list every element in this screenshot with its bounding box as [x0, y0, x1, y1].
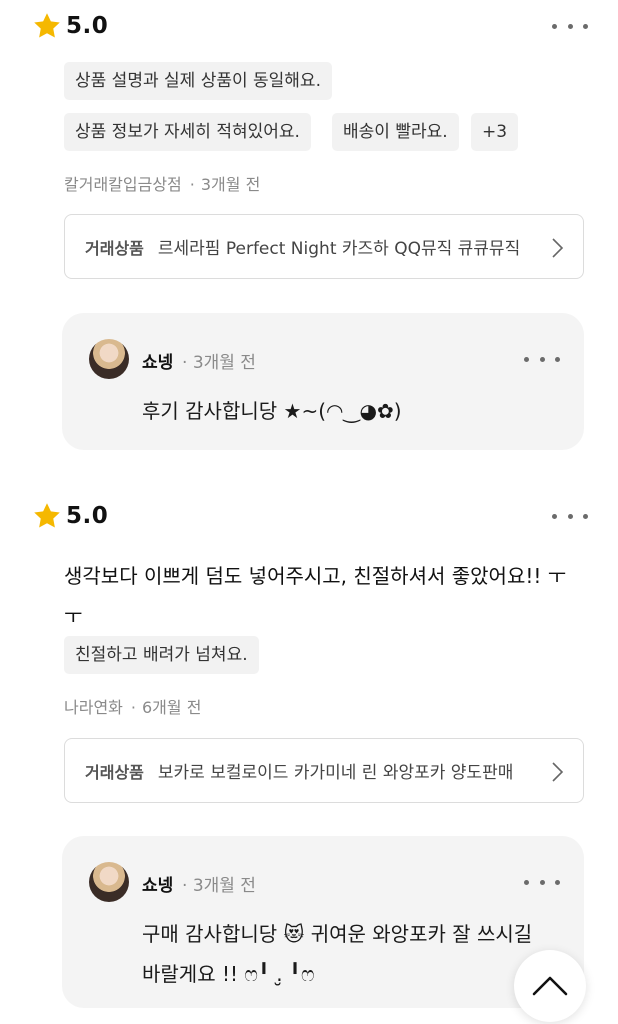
- more-horizontal-icon[interactable]: [552, 506, 588, 526]
- review-tag: 상품 정보가 자세히 적혀있어요.: [64, 113, 311, 151]
- reply-text: 구매 감사합니당 😻 귀여운 와앙포카 잘 쓰시길 바랄게요 !! ෆ╹ .̮ …: [142, 922, 533, 986]
- trade-label: 거래상품: [85, 238, 144, 258]
- trade-product-name: 르세라핌 Perfect Night 카즈하 QQ뮤직 큐큐뮤직: [157, 239, 521, 259]
- rating-row: 5.0: [32, 498, 108, 534]
- reply-author[interactable]: 쇼넹: [142, 348, 173, 373]
- chevron-right-icon: [552, 238, 564, 258]
- scroll-to-top-button[interactable]: [514, 950, 586, 1022]
- trade-product-link[interactable]: 거래상품 르세라핌 Perfect Night 카즈하 QQ뮤직 큐큐뮤직: [64, 214, 584, 279]
- reply-time: · 3개월 전: [182, 876, 256, 896]
- seller-reply: 쇼넹 · 3개월 전 후기 감사합니당 ★~(◠‿◕✿): [62, 313, 584, 450]
- rating-value: 5.0: [66, 13, 109, 39]
- trade-label: 거래상품: [85, 762, 144, 782]
- reviewer-name[interactable]: 나라연화: [64, 698, 123, 717]
- more-tags-button[interactable]: +3: [471, 113, 519, 151]
- rating-row: 5.0: [32, 8, 108, 44]
- more-horizontal-icon[interactable]: [524, 349, 560, 369]
- reply-author[interactable]: 쇼넹: [142, 871, 173, 896]
- trade-product-link[interactable]: 거래상품 보카로 보컬로이드 카가미네 린 와앙포카 양도판매: [64, 738, 584, 803]
- star-icon: [34, 503, 60, 528]
- review-meta: 칼거래칼입금상점 · 3개월 전: [64, 175, 261, 194]
- seller-reply: 쇼넹 · 3개월 전 구매 감사합니당 😻 귀여운 와앙포카 잘 쓰시길 바랄게…: [62, 836, 584, 1008]
- reviewer-name[interactable]: 칼거래칼입금상점: [64, 175, 182, 194]
- star-icon: [34, 13, 60, 38]
- review-tag: 친절하고 배려가 넘쳐요.: [64, 636, 259, 674]
- chevron-up-icon: [532, 976, 568, 996]
- reply-text: 후기 감사합니당 ★~(◠‿◕✿): [142, 399, 402, 423]
- review-tag: 상품 설명과 실제 상품이 동일해요.: [64, 62, 332, 100]
- avatar[interactable]: [89, 862, 129, 902]
- chevron-right-icon: [552, 762, 564, 782]
- more-horizontal-icon[interactable]: [524, 872, 560, 892]
- review-tag: 배송이 빨라요.: [332, 113, 459, 151]
- review-body: 생각보다 이쁘게 덤도 넣어주시고, 친절하셔서 좋았어요!! ㅜㅜ: [64, 564, 567, 628]
- avatar[interactable]: [89, 339, 129, 379]
- trade-product-name: 보카로 보컬로이드 카가미네 린 와앙포카 양도판매: [157, 763, 514, 783]
- reply-time: · 3개월 전: [182, 353, 256, 373]
- review-time: 3개월 전: [200, 175, 261, 194]
- review-meta: 나라연화 · 6개월 전: [64, 698, 202, 717]
- more-horizontal-icon[interactable]: [552, 16, 588, 36]
- rating-value: 5.0: [66, 503, 109, 529]
- review-time: 6개월 전: [141, 698, 202, 717]
